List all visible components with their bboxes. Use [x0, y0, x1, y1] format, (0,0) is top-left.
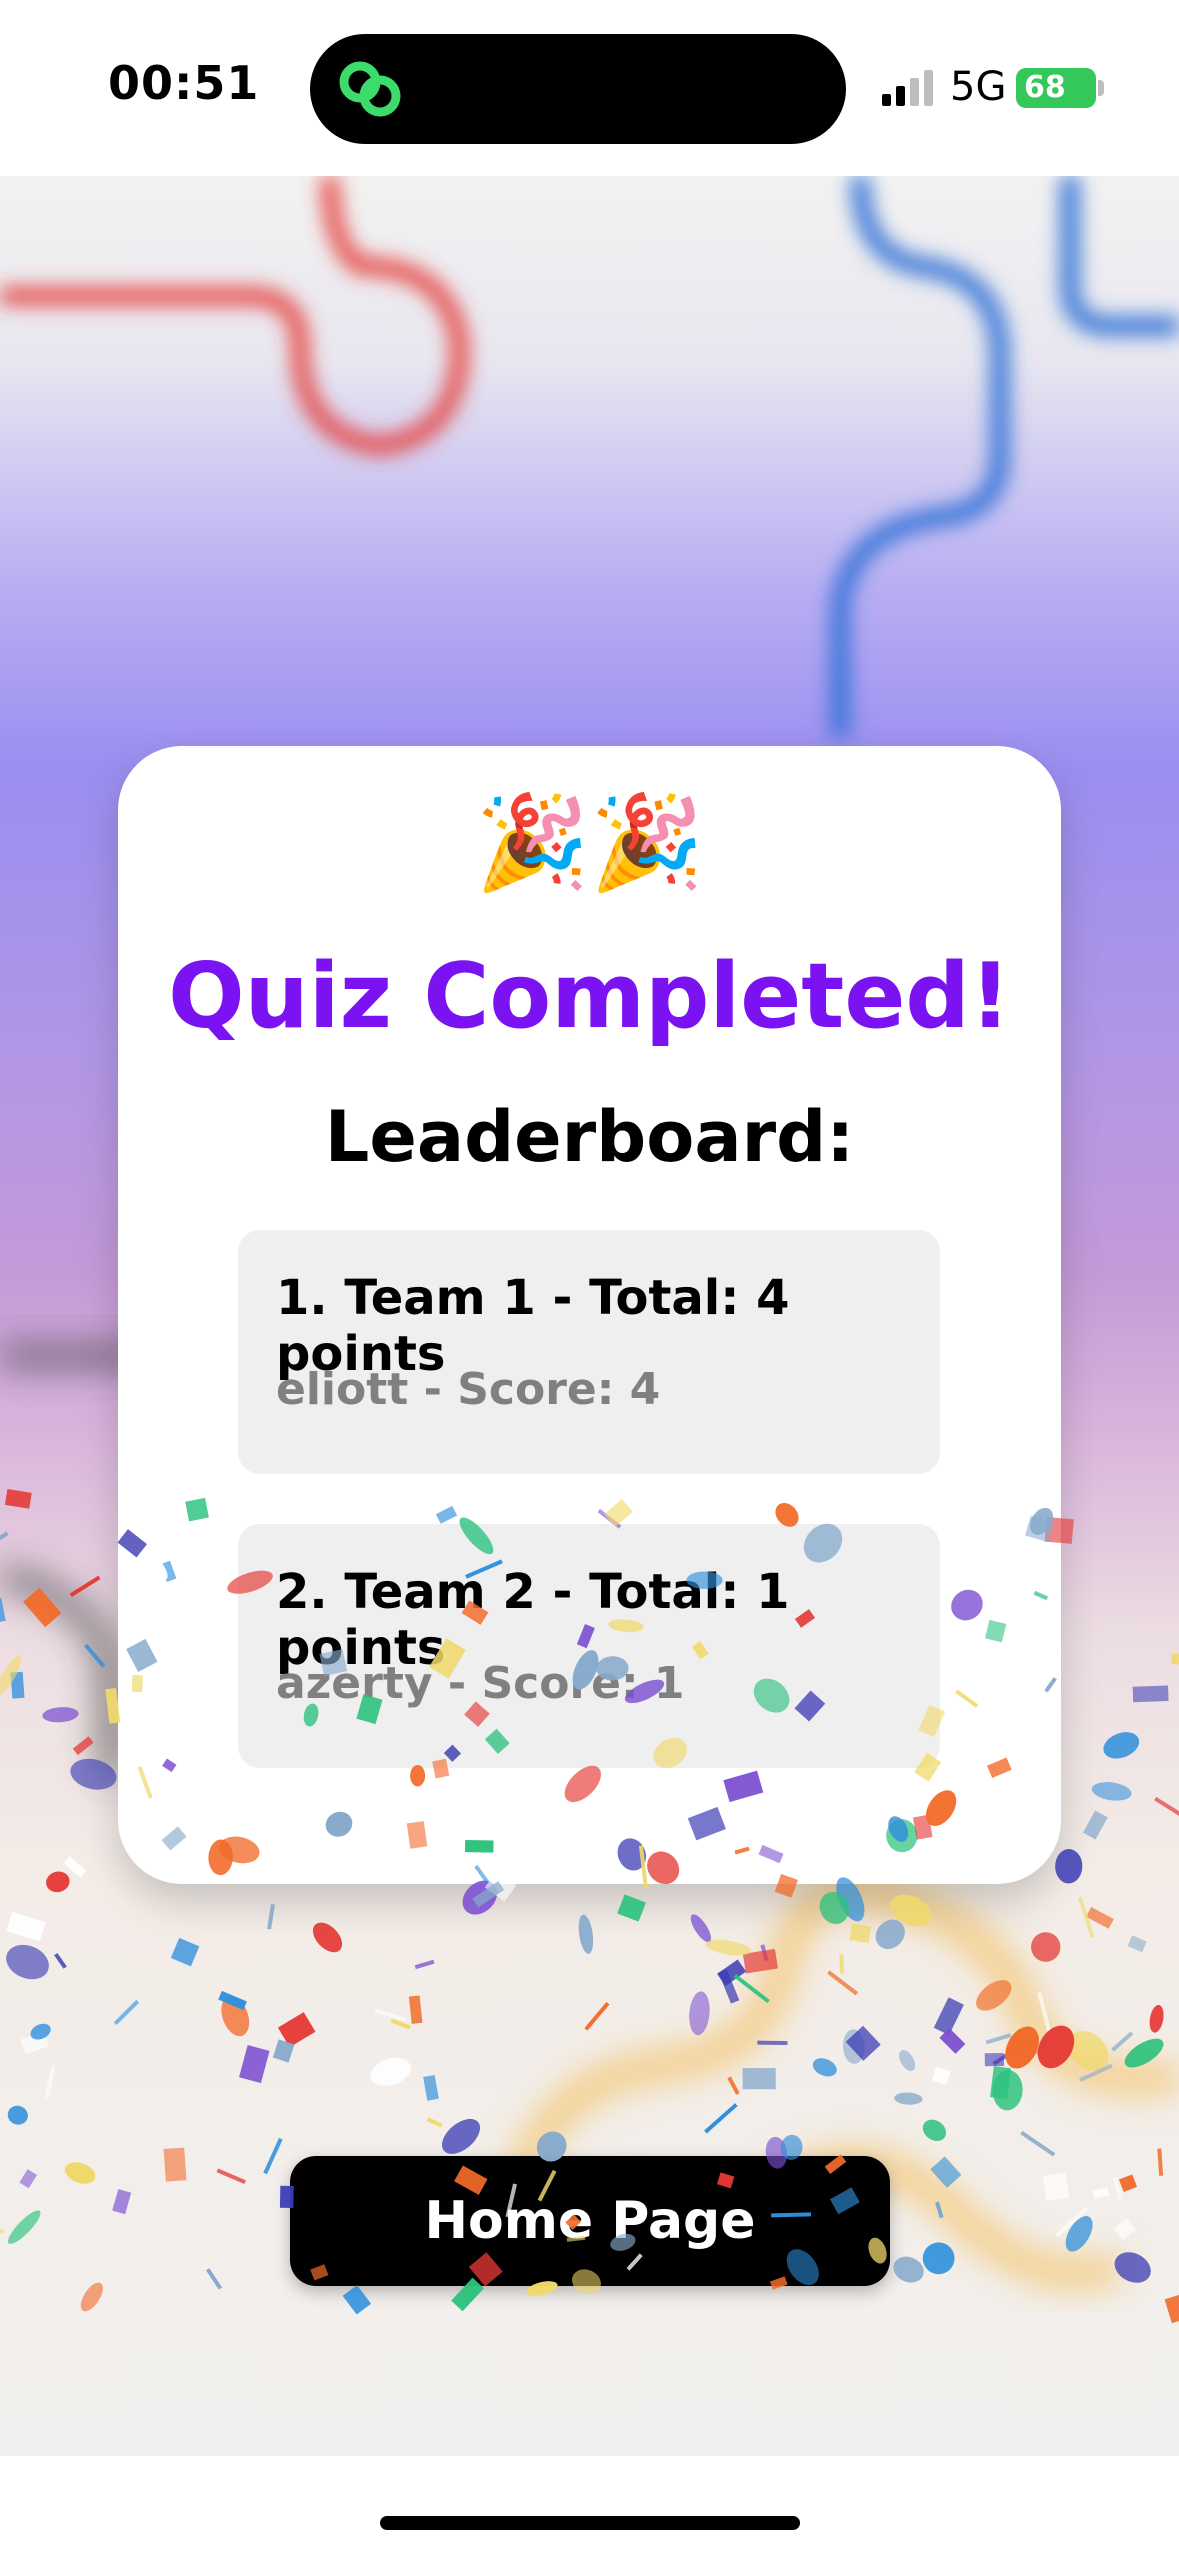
- battery-tip: [1098, 80, 1104, 96]
- link-chain-icon: [339, 61, 401, 117]
- signal-icon: [882, 70, 933, 106]
- quiz-completed-title: Quiz Completed!: [168, 944, 1011, 1049]
- network-type: 5G: [950, 64, 1007, 110]
- status-time: 00:51: [108, 56, 260, 110]
- status-bar: 00:51 5G 68: [0, 0, 1179, 176]
- bottom-safe-area: [0, 2456, 1179, 2556]
- player-score: azerty - Score: 1: [276, 1658, 685, 1709]
- leaderboard-entry: 2. Team 2 - Total: 1 points azerty - Sco…: [238, 1524, 940, 1768]
- battery-icon: 68: [1016, 68, 1096, 108]
- party-popper-emoji: 🎉🎉: [474, 789, 705, 896]
- results-card: 🎉🎉 Quiz Completed! Leaderboard: 1. Team …: [118, 746, 1061, 1884]
- home-indicator[interactable]: [380, 2516, 800, 2530]
- leaderboard-entry: 1. Team 1 - Total: 4 points eliott - Sco…: [238, 1230, 940, 1474]
- player-score: eliott - Score: 4: [276, 1364, 661, 1415]
- leaderboard-heading: Leaderboard:: [324, 1096, 855, 1178]
- home-page-button[interactable]: Home Page: [290, 2156, 890, 2286]
- dynamic-island[interactable]: [310, 34, 846, 144]
- battery-level: 68: [1024, 70, 1066, 105]
